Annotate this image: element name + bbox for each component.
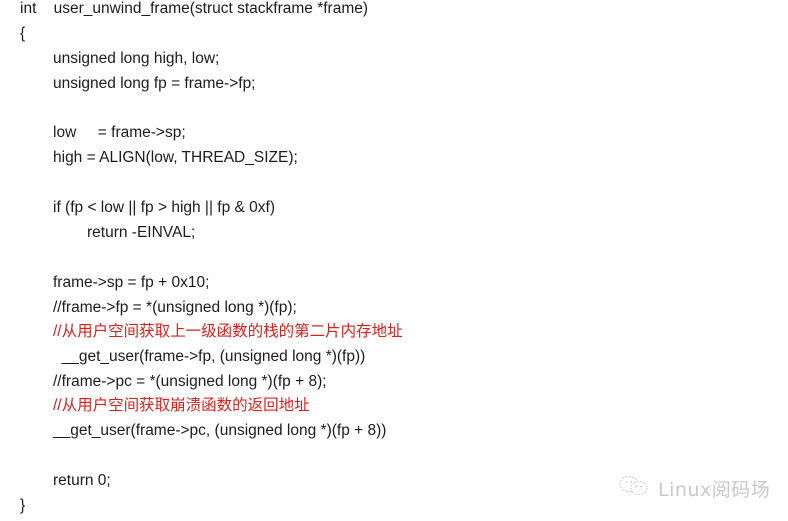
code-line-7: high = ALIGN(low, THREAD_SIZE); — [53, 149, 298, 166]
code-line-4: unsigned long fp = frame->fp; — [53, 75, 256, 92]
code-line-13: //frame->fp = *(unsigned long *)(fp); — [53, 299, 297, 316]
watermark-text: Linux阅码场 — [658, 478, 771, 501]
code-line-1: int user_unwind_frame(struct stackframe … — [20, 0, 369, 17]
watermark: Linux阅码场 — [618, 474, 770, 502]
code-line-16: //frame->pc = *(unsigned long *)(fp + 8)… — [53, 373, 327, 390]
code-line-21: } — [20, 497, 26, 514]
code-line-9: if (fp < low || fp > high || fp & 0xf) — [53, 199, 276, 216]
wechat-icon — [618, 474, 652, 503]
comment-line-1: //从用户空间获取上一级函数的栈的第二片内存地址 — [53, 323, 403, 340]
code-line-10: return -EINVAL; — [87, 224, 196, 241]
code-line-18: __get_user(frame->pc, (unsigned long *)(… — [53, 422, 387, 439]
code-line-20: return 0; — [53, 472, 111, 489]
code-line-15: __get_user(frame->fp, (unsigned long *)(… — [53, 348, 366, 365]
comment-line-2: //从用户空间获取崩溃函数的返回地址 — [53, 397, 310, 414]
code-line-6: low = frame->sp; — [53, 124, 186, 141]
code-line-3: unsigned long high, low; — [53, 50, 220, 67]
code-line-2: { — [20, 25, 26, 42]
code-line-12: frame->sp = fp + 0x10; — [53, 274, 210, 291]
